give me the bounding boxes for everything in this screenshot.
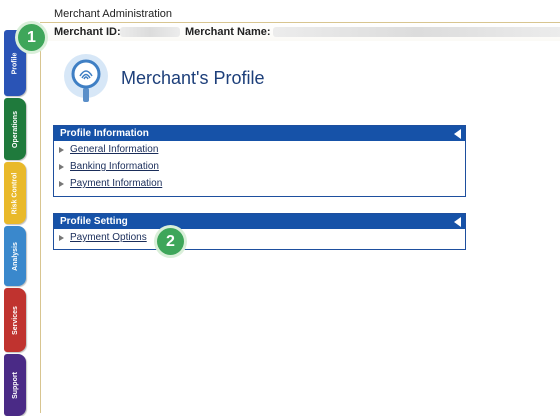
- tab-support[interactable]: Support: [4, 354, 26, 416]
- page-title: Merchant's Profile: [121, 68, 265, 88]
- panel-header: Profile Setting: [54, 214, 465, 229]
- bullet-arrow-icon: [59, 181, 64, 187]
- step-badge-2: 2: [157, 228, 184, 255]
- bullet-arrow-icon: [59, 147, 64, 153]
- tab-analysis-label: Analysis: [11, 241, 19, 271]
- tab-services[interactable]: Services: [4, 288, 26, 352]
- panel-header: Profile Information: [54, 126, 465, 141]
- payment-information-link[interactable]: Payment Information: [70, 178, 162, 189]
- list-item: Payment Options: [54, 229, 465, 246]
- profile-setting-panel: Profile Setting Payment Options: [53, 213, 466, 250]
- tab-operations-label: Operations: [11, 110, 19, 148]
- tab-services-label: Services: [11, 305, 19, 335]
- list-item: Banking Information: [54, 158, 465, 175]
- app-title: Merchant Administration: [54, 8, 172, 20]
- tab-support-label: Support: [11, 371, 19, 399]
- merchant-name-label: Merchant Name:: [185, 26, 271, 38]
- merchant-name-value-redacted: [273, 27, 560, 37]
- merchant-id-value-redacted: [120, 27, 180, 37]
- bullet-arrow-icon: [59, 235, 64, 241]
- list-item: General Information: [54, 141, 465, 158]
- collapse-arrow-icon[interactable]: [454, 129, 461, 139]
- tab-risk-control-label: Risk Control: [11, 172, 19, 214]
- tab-profile-label: Profile: [11, 52, 19, 74]
- general-information-link[interactable]: General Information: [70, 144, 158, 155]
- profile-information-panel: Profile Information General Information …: [53, 125, 466, 197]
- tab-analysis[interactable]: Analysis: [4, 226, 26, 286]
- tab-risk-control[interactable]: Risk Control: [4, 162, 26, 224]
- payment-options-link[interactable]: Payment Options: [70, 232, 147, 243]
- content-divider: [40, 40, 41, 413]
- collapse-arrow-icon[interactable]: [454, 217, 461, 227]
- merchant-id-label: Merchant ID:: [54, 26, 121, 38]
- merchant-header: Merchant ID: Merchant Name:: [40, 22, 560, 41]
- bullet-arrow-icon: [59, 164, 64, 170]
- panel-title: Profile Information: [60, 128, 149, 139]
- fingerprint-search-icon: [60, 52, 112, 104]
- step-badge-1: 1: [18, 24, 45, 51]
- list-item: Payment Information: [54, 175, 465, 192]
- tab-operations[interactable]: Operations: [4, 98, 26, 160]
- panel-title: Profile Setting: [60, 216, 128, 227]
- banking-information-link[interactable]: Banking Information: [70, 161, 159, 172]
